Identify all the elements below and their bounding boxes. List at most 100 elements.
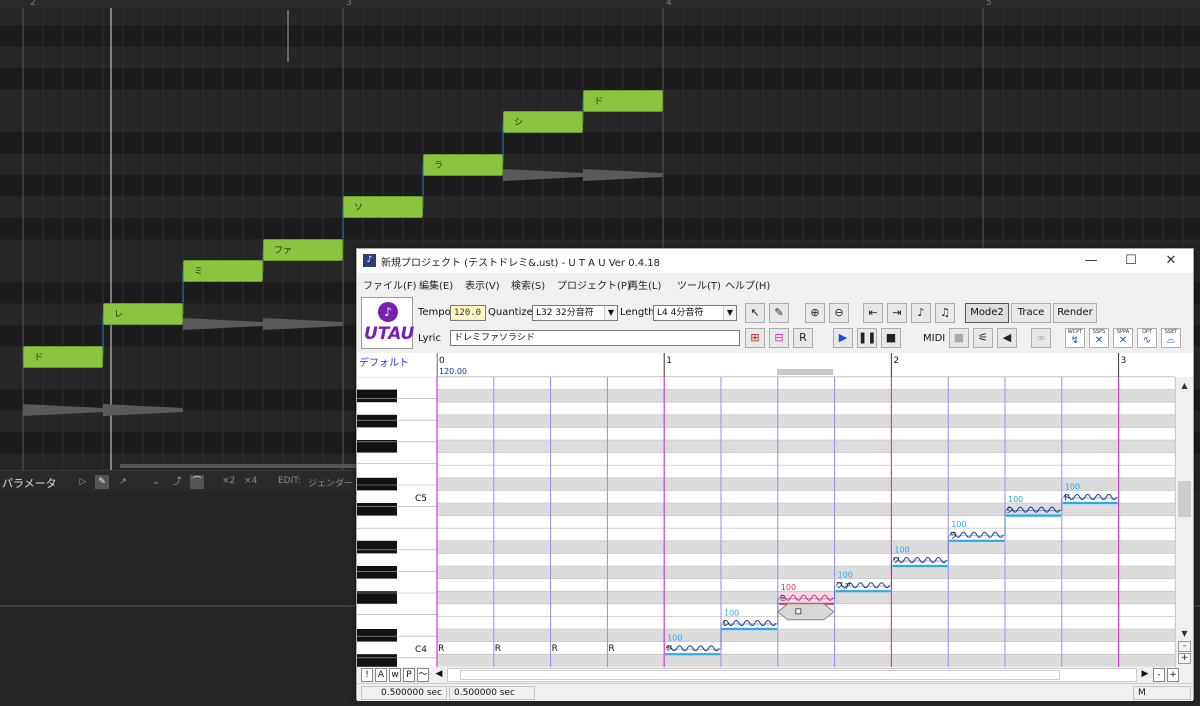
play-icon[interactable]: ▶ [833,328,853,348]
minimize-button[interactable]: — [1071,249,1111,273]
vertical-zoom-out-button[interactable]: - [1178,641,1191,652]
curve-down-icon[interactable]: ⌄ [149,475,163,489]
select-tool-icon[interactable]: ▷ [76,475,90,489]
bg-row [0,111,1200,133]
plugin-ssps-icon[interactable]: SSPS ✕ [1089,328,1109,348]
curve-up-icon[interactable]: ⤴ [170,475,184,489]
insert-lyric-button[interactable]: ⊞ [745,328,765,348]
mode2-button[interactable]: Mode2 [965,303,1009,323]
menu-tools[interactable]: ツール(T) [677,277,721,292]
speaker-icon[interactable]: ◀ [997,328,1017,348]
pencil-tool-button[interactable]: ✎ [769,303,789,323]
bg-note-lyric: ファ [274,246,293,256]
vertical-zoom-in-button[interactable]: + [1178,653,1191,664]
bg-note-lyric: ラ [434,161,444,171]
bg-note-lyric: ド [34,353,44,363]
track-name: デフォルト [359,358,409,369]
line-tool-icon[interactable]: ↗ [116,475,130,489]
window-title: 新規プロジェクト (テストドレミ&.ust) - U T A U Ver 0.4… [381,258,661,269]
maximize-button[interactable]: ☐ [1111,249,1151,273]
note-shrink-button[interactable]: ♪ [911,303,931,323]
bottom-btn-p[interactable]: P [403,668,415,682]
zoom-in-button[interactable]: ⊕ [805,303,825,323]
pencil-tool-icon[interactable]: ✎ [95,475,109,489]
note-intensity: 100 [894,545,909,554]
plugin-sppa-icon[interactable]: SPPA ✕ [1113,328,1133,348]
loop-icon[interactable]: ∞ [1031,328,1051,348]
bottom-btn-tilde[interactable]: 〜 [417,668,429,682]
menu-file[interactable]: ファイル(F) [363,277,417,292]
rest-label: R [495,644,501,654]
tempo-field[interactable]: 120.0 [450,305,486,321]
delete-lyric-button[interactable]: ⊟ [769,328,789,348]
scroll-down-icon[interactable]: ▼ [1178,627,1191,640]
horizontal-zoom-out-button[interactable]: - [1153,668,1165,682]
menu-help[interactable]: ヘルプ(H) [725,277,770,292]
bg-note[interactable]: ラ [423,154,503,176]
trace-button[interactable]: Trace [1011,303,1051,323]
quantize-select[interactable]: L32 32分音符 ▼ [532,305,618,321]
scroll-left-icon[interactable]: ◀ [433,668,445,682]
bottom-btn-exclaim[interactable]: ! [361,668,373,682]
close-button[interactable]: ✕ [1151,249,1191,273]
zoom-x4-button[interactable]: ×4 [244,476,257,486]
scroll-up-icon[interactable]: ▲ [1178,379,1191,392]
arc-tool-icon[interactable]: ⌒ [190,475,204,489]
shrink-button[interactable]: ⇤ [863,303,883,323]
grid-row [437,414,1175,428]
bg-note[interactable]: ド [583,90,663,112]
stop-icon[interactable]: ■ [881,328,901,348]
rest-button[interactable]: R [793,328,813,348]
piano-roll-editor[interactable]: 0 1 2 3 120.00 C5 C4 R R R R ド 100 レ 100 ミ 100 ファ 100 ソ 100 ラ… [357,353,1193,679]
zoom-out-button[interactable]: ⊖ [829,303,849,323]
scroll-thumb[interactable] [1178,481,1191,517]
horizontal-zoom-in-button[interactable]: + [1167,668,1179,682]
lyric-field[interactable]: ドレミファソラシド [450,330,740,346]
horizontal-scrollbar[interactable] [447,668,1137,682]
chevron-down-icon: ▼ [604,306,617,320]
bg-note[interactable]: ファ [263,239,343,261]
plugin-opt-icon[interactable]: OPT ∿ [1137,328,1157,348]
menu-view[interactable]: 表示(V) [465,277,500,292]
piano-roll-canvas[interactable]: 0 1 2 3120.00C5C4 R R R R ド100レ100ミ100 ファ100ソ100ラ… [357,353,1175,667]
pointer-tool-button[interactable]: ↖ [745,303,765,323]
grid-row [437,540,1175,554]
edit-parameter-select[interactable]: ジェンダー [308,476,353,489]
bottom-btn-a[interactable]: A [375,668,387,682]
plugin-glyph: ↯ [1070,335,1080,346]
grid-row [437,654,1175,667]
grid-row [437,553,1175,566]
plugin-glyph: ✕ [1118,335,1128,346]
parameter-panel-title: パラメータ [2,477,57,490]
bg-note-lyric: レ [114,310,124,320]
ruler-label: 1 [666,356,672,366]
status-time-middle: 0.500000 sec [449,686,535,700]
plugin-sset-icon[interactable]: SSET ⌓ [1161,328,1181,348]
render-button[interactable]: Render [1053,303,1097,323]
bottom-btn-w[interactable]: w [389,668,401,682]
extend-button[interactable]: ⇥ [887,303,907,323]
bg-note[interactable]: ソ [343,196,423,218]
grid-row [437,566,1175,579]
bg-note[interactable]: シ [503,111,583,133]
zoom-x2-button[interactable]: ×2 [222,476,235,486]
rest-label: R [552,644,558,654]
menu-project[interactable]: プロジェクト(P) [557,277,631,292]
midi-input-icon[interactable]: ⚟ [973,328,993,348]
bg-note[interactable]: ド [23,346,103,368]
bg-note[interactable]: ミ [183,260,263,282]
length-select[interactable]: L4 4分音符 ▼ [653,305,737,321]
horizontal-scroll-thumb[interactable] [460,670,1060,680]
scroll-right-icon[interactable]: ▶ [1139,668,1151,682]
plugin-wcpt-icon[interactable]: WCPT ↯ [1065,328,1085,348]
menu-play[interactable]: 再生(L) [628,277,661,292]
menu-edit[interactable]: 編集(E) [419,277,453,292]
bg-note[interactable]: レ [103,303,183,325]
vertical-scrollbar[interactable]: ▲ ▼ - + [1175,377,1193,667]
note-extend-button[interactable]: ♫ [935,303,955,323]
pause-icon[interactable]: ❚❚ [857,328,877,348]
record-icon[interactable]: ■ [949,328,969,348]
grid-row [437,465,1175,478]
menu-search[interactable]: 検索(S) [511,277,545,292]
title-bar[interactable]: ♪ 新規プロジェクト (テストドレミ&.ust) - U T A U Ver 0… [357,249,1193,273]
